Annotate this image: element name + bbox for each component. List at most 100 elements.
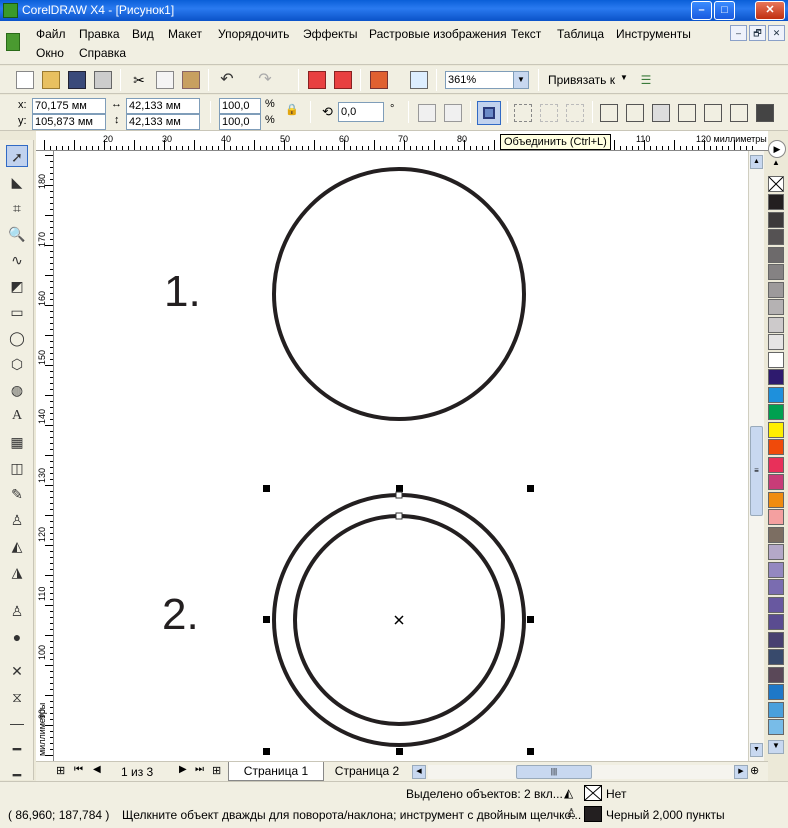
front-minus-back-icon[interactable] bbox=[704, 104, 722, 122]
ungroup-all-icon[interactable] bbox=[566, 104, 584, 122]
palette-scroll-down-icon[interactable]: ▼ bbox=[768, 740, 784, 754]
combine-button[interactable] bbox=[477, 101, 501, 125]
menu-edit[interactable]: Правка bbox=[79, 27, 120, 41]
scroll-down-icon[interactable]: ▼ bbox=[750, 743, 763, 757]
palette-swatch[interactable] bbox=[768, 211, 784, 228]
fill-tool-icon[interactable]: ◭ bbox=[6, 535, 28, 557]
thin-line-icon[interactable]: — bbox=[6, 712, 28, 734]
menu-file[interactable]: Файл bbox=[36, 27, 66, 41]
scale-y-field[interactable]: 100,0 bbox=[219, 114, 261, 130]
new-document-icon[interactable] bbox=[16, 71, 34, 89]
menu-arrange[interactable]: Упорядочить bbox=[218, 27, 289, 41]
add-page-before-icon[interactable]: ⊞ bbox=[56, 764, 65, 777]
menu-effects[interactable]: Эффекты bbox=[303, 27, 358, 41]
group-icon[interactable] bbox=[514, 104, 532, 122]
palette-swatch[interactable] bbox=[768, 631, 784, 648]
palette-swatch[interactable] bbox=[768, 579, 784, 595]
vertical-ruler[interactable]: 180 170 160 150 140 130 120 110 100 90 миллиметры bbox=[36, 151, 54, 761]
palette-scroll-up-icon[interactable]: ▲ bbox=[768, 158, 784, 172]
pick-tool-icon[interactable]: ➚ bbox=[6, 145, 28, 167]
undo-icon[interactable]: ↶ bbox=[218, 71, 236, 89]
copy-icon[interactable] bbox=[156, 71, 174, 89]
palette-swatch[interactable] bbox=[768, 229, 784, 245]
add-page-after-icon[interactable]: ⊞ bbox=[212, 764, 221, 777]
tab-page-2[interactable]: Страница 2 bbox=[326, 762, 408, 781]
menu-tools[interactable]: Инструменты bbox=[616, 27, 691, 41]
palette-swatch[interactable] bbox=[768, 666, 784, 683]
snap-dropdown-icon[interactable]: ▼ bbox=[620, 73, 628, 82]
doc-restore-button[interactable]: 🗗 bbox=[749, 25, 766, 41]
chevron-down-icon[interactable]: ▼ bbox=[513, 72, 528, 88]
palette-swatch[interactable] bbox=[768, 456, 784, 473]
palette-no-color-swatch[interactable] bbox=[768, 176, 784, 192]
hscroll-left-icon[interactable]: ◀ bbox=[412, 765, 426, 779]
palette-swatch[interactable] bbox=[768, 491, 784, 508]
open-icon[interactable] bbox=[42, 71, 60, 89]
docker-arrow-icon[interactable]: ▶ bbox=[768, 140, 786, 158]
scroll-thumb[interactable]: ≡ bbox=[750, 426, 763, 516]
menu-view[interactable]: Вид bbox=[132, 27, 154, 41]
y-position-field[interactable]: 105,873 мм bbox=[32, 114, 106, 130]
ellipse-tool-icon[interactable]: ◯ bbox=[6, 327, 28, 349]
node-handle[interactable] bbox=[395, 491, 403, 499]
text-tool-icon[interactable]: A bbox=[6, 405, 28, 427]
height-field[interactable]: 42,133 мм bbox=[126, 114, 200, 130]
palette-swatch[interactable] bbox=[768, 561, 784, 578]
palette-swatch[interactable] bbox=[768, 439, 784, 455]
outline-color-swatch[interactable] bbox=[584, 806, 602, 822]
menu-table[interactable]: Таблица bbox=[557, 27, 604, 41]
horizontal-scrollbar[interactable]: ||| bbox=[428, 765, 734, 779]
x-position-field[interactable]: 70,175 мм bbox=[32, 98, 106, 114]
save-icon[interactable] bbox=[68, 71, 86, 89]
width-field[interactable]: 42,133 мм bbox=[126, 98, 200, 114]
zoom-level-field[interactable]: 361% ▼ bbox=[445, 71, 529, 89]
palette-swatch[interactable] bbox=[768, 719, 784, 735]
ungroup-icon[interactable] bbox=[540, 104, 558, 122]
back-minus-front-icon[interactable] bbox=[730, 104, 748, 122]
paste-icon[interactable] bbox=[182, 71, 200, 89]
interactive-blend-tool-icon[interactable]: ◫ bbox=[6, 457, 28, 479]
scroll-up-icon[interactable]: ▲ bbox=[750, 155, 763, 169]
tab-page-1[interactable]: Страница 1 bbox=[228, 762, 324, 781]
eyedropper-tool-icon[interactable]: ✎ bbox=[6, 483, 28, 505]
options-icon[interactable]: ☰ bbox=[637, 71, 655, 89]
outline-tool-icon[interactable]: ♙ bbox=[6, 509, 28, 531]
doc-close-button[interactable]: ✕ bbox=[768, 25, 785, 41]
palette-swatch[interactable] bbox=[768, 264, 784, 280]
export-icon[interactable] bbox=[334, 71, 352, 89]
intersect-icon[interactable] bbox=[652, 104, 670, 122]
menu-help[interactable]: Справка bbox=[79, 46, 126, 60]
table-tool-icon[interactable]: ▦ bbox=[6, 431, 28, 453]
hairline-icon[interactable]: ⧖ bbox=[6, 686, 28, 708]
minimize-button[interactable]: – bbox=[691, 1, 712, 20]
palette-swatch[interactable] bbox=[768, 684, 784, 700]
weld-icon[interactable] bbox=[600, 104, 618, 122]
rotation-angle-field[interactable]: 0,0 bbox=[338, 102, 384, 122]
palette-swatch[interactable] bbox=[768, 404, 784, 420]
application-launcher-icon[interactable] bbox=[370, 71, 388, 89]
palette-swatch[interactable] bbox=[768, 194, 784, 210]
simplify-icon[interactable] bbox=[678, 104, 696, 122]
palette-swatch[interactable] bbox=[768, 614, 784, 630]
previous-page-icon[interactable]: ◀ bbox=[93, 764, 101, 775]
palette-swatch[interactable] bbox=[768, 596, 784, 613]
mirror-horizontal-icon[interactable] bbox=[418, 104, 436, 122]
palette-swatch[interactable] bbox=[768, 299, 784, 315]
vertical-scrollbar[interactable]: ▲ ≡ ▼ bbox=[748, 151, 764, 761]
palette-swatch[interactable] bbox=[768, 386, 784, 403]
redo-icon[interactable]: ↷ bbox=[256, 71, 274, 89]
welcome-screen-icon[interactable] bbox=[410, 71, 428, 89]
snap-to-label[interactable]: Привязать к bbox=[548, 73, 615, 87]
basic-shapes-tool-icon[interactable]: ◍ bbox=[6, 379, 28, 401]
hscroll-thumb[interactable]: ||| bbox=[516, 765, 592, 779]
crop-tool-icon[interactable]: ⌗ bbox=[6, 197, 28, 219]
cut-icon[interactable]: ✂ bbox=[130, 71, 148, 89]
menu-bitmaps[interactable]: Растровые изображения bbox=[369, 27, 507, 41]
circle-1[interactable] bbox=[272, 167, 526, 421]
palette-swatch[interactable] bbox=[768, 509, 784, 525]
palette-swatch[interactable] bbox=[768, 649, 784, 665]
hscroll-right-icon[interactable]: ▶ bbox=[734, 765, 748, 779]
drawing-canvas[interactable]: 1. 2. bbox=[54, 151, 748, 761]
palette-swatch[interactable] bbox=[768, 246, 784, 263]
scale-x-field[interactable]: 100,0 bbox=[219, 98, 261, 114]
